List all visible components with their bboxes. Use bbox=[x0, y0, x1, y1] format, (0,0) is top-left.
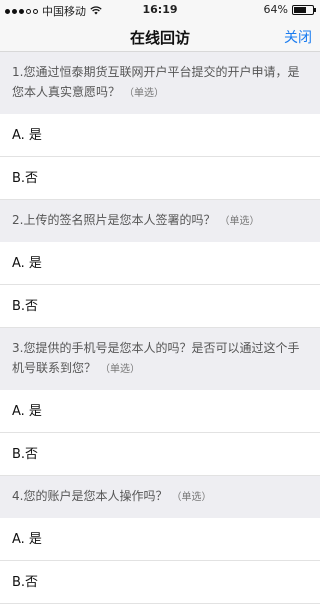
question-block: 1.您通过恒泰期货互联网开户平台提交的开户申请，是您本人真实意愿吗？ （单选） A… bbox=[0, 52, 320, 200]
question-text: 4.您的账户是您本人操作吗？ （单选） bbox=[0, 476, 320, 518]
question-block: 3.您提供的手机号是您本人的吗？是否可以通过这个手机号联系到您？ （单选） A. … bbox=[0, 328, 320, 476]
battery-percent: 64% bbox=[263, 3, 288, 16]
question-block: 2.上传的签名照片是您本人签署的吗？ （单选） A. 是 B.否 bbox=[0, 200, 320, 328]
question-text: 1.您通过恒泰期货互联网开户平台提交的开户申请，是您本人真实意愿吗？ （单选） bbox=[0, 52, 320, 114]
close-button[interactable]: 关闭 bbox=[284, 27, 312, 47]
single-choice-tag: （单选） bbox=[124, 88, 165, 99]
single-choice-tag: （单选） bbox=[100, 364, 141, 375]
option-no[interactable]: B.否 bbox=[0, 561, 320, 604]
option-no[interactable]: B.否 bbox=[0, 433, 320, 476]
nav-bar: 在线回访 关闭 bbox=[0, 20, 320, 52]
page-title: 在线回访 bbox=[129, 29, 190, 47]
option-no[interactable]: B.否 bbox=[0, 157, 320, 200]
question-text: 2.上传的签名照片是您本人签署的吗？ （单选） bbox=[0, 200, 320, 242]
battery-icon bbox=[292, 4, 316, 15]
question-label: 4.您的账户是您本人操作吗？ bbox=[12, 489, 168, 503]
option-no[interactable]: B.否 bbox=[0, 285, 320, 328]
option-yes[interactable]: A. 是 bbox=[0, 242, 320, 285]
question-label: 3.您提供的手机号是您本人的吗？是否可以通过这个手机号联系到您？ bbox=[12, 341, 300, 375]
single-choice-tag: （单选） bbox=[219, 216, 260, 227]
single-choice-tag: （单选） bbox=[171, 492, 212, 503]
option-yes[interactable]: A. 是 bbox=[0, 114, 320, 157]
option-yes[interactable]: A. 是 bbox=[0, 518, 320, 561]
question-label: 2.上传的签名照片是您本人签署的吗？ bbox=[12, 213, 216, 227]
question-text: 3.您提供的手机号是您本人的吗？是否可以通过这个手机号联系到您？ （单选） bbox=[0, 328, 320, 390]
status-bar: 中国移动 16:19 64% bbox=[0, 0, 320, 20]
option-yes[interactable]: A. 是 bbox=[0, 390, 320, 433]
survey-content: 1.您通过恒泰期货互联网开户平台提交的开户申请，是您本人真实意愿吗？ （单选） A… bbox=[0, 52, 320, 604]
question-block: 4.您的账户是您本人操作吗？ （单选） A. 是 B.否 bbox=[0, 476, 320, 604]
battery-level bbox=[294, 6, 306, 13]
status-right: 64% bbox=[263, 3, 316, 16]
